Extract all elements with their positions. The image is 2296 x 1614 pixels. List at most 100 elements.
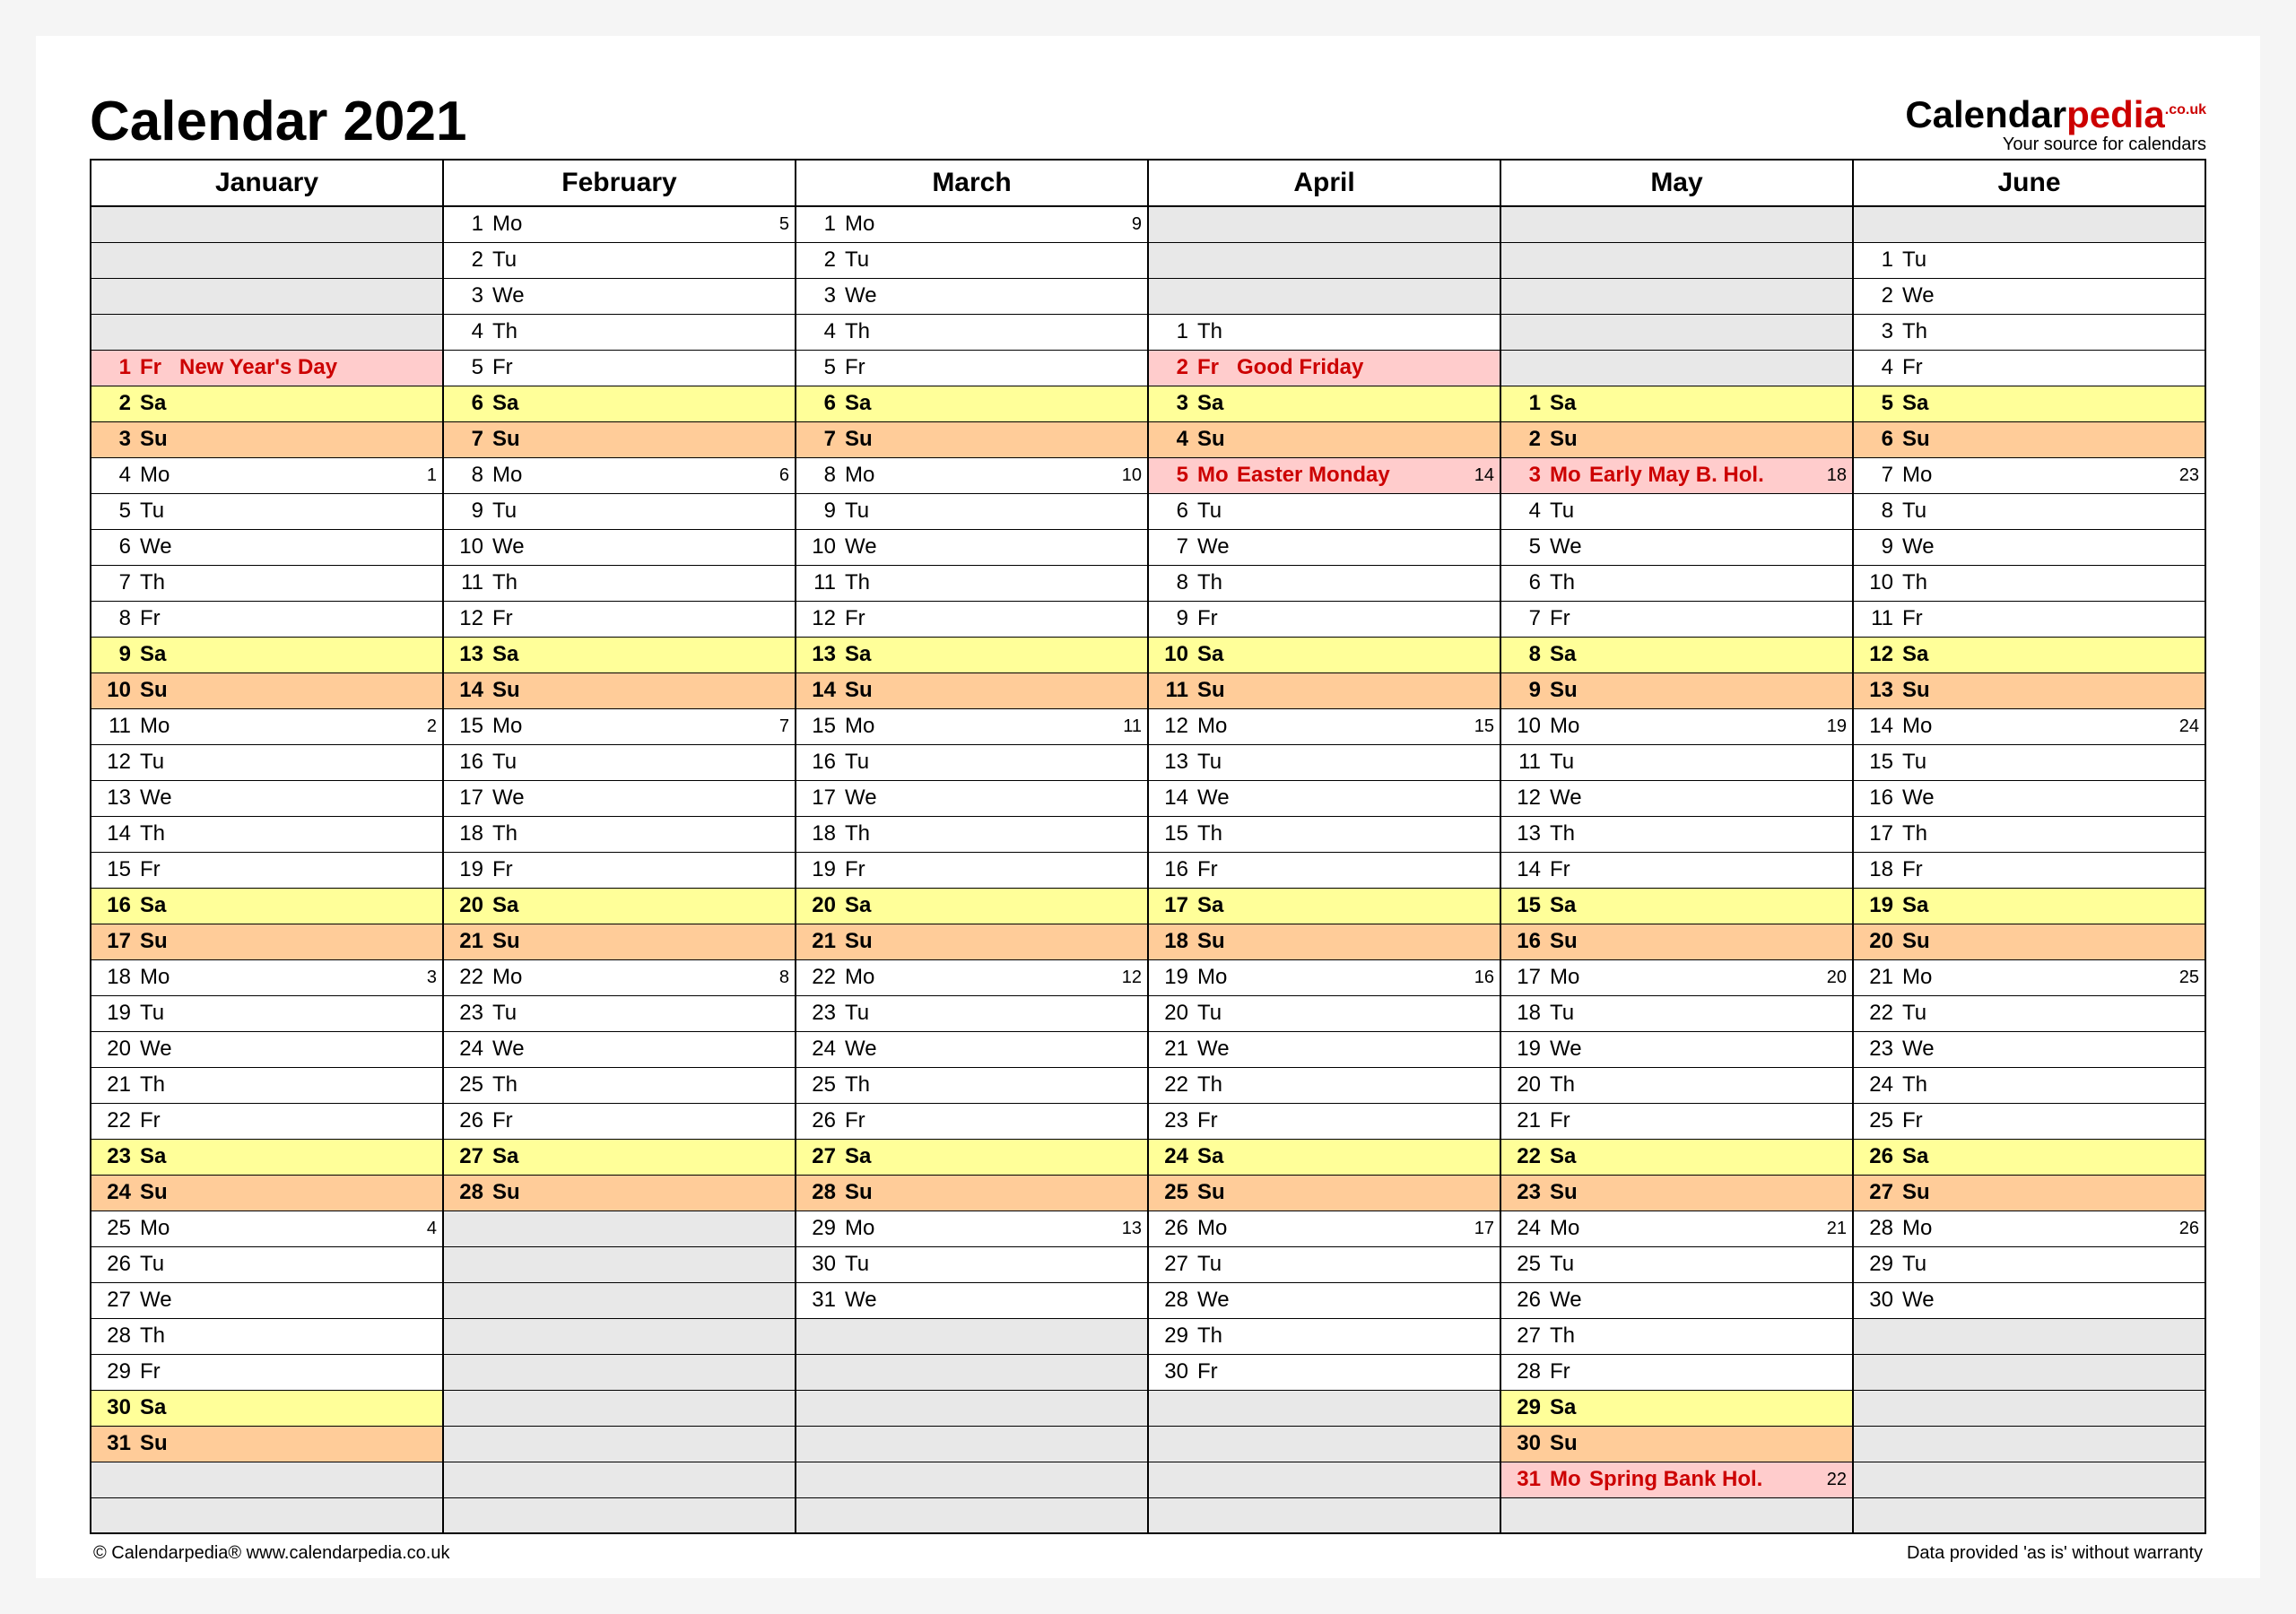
day-cell: 12Mo15 [1148, 708, 1500, 744]
day-cell: 2Sa [91, 386, 443, 421]
week-number: 9 [1132, 214, 1142, 235]
day-cell [1500, 1497, 1853, 1533]
calendar-row: 3We3We2We [91, 278, 2205, 314]
day-of-week: Sa [140, 893, 179, 918]
day-of-week: Su [1197, 1180, 1237, 1205]
day-cell: 26Fr [796, 1103, 1148, 1139]
day-cell: 4Mo1 [91, 457, 443, 493]
day-number: 22 [1861, 1001, 1893, 1026]
day-of-week: Sa [1197, 1144, 1237, 1169]
calendar-row: 20We24We24We21We19We23We [91, 1031, 2205, 1067]
day-of-week: Mo [1197, 714, 1237, 739]
day-cell: 10We [796, 529, 1148, 565]
day-cell: 17Sa [1148, 888, 1500, 924]
day-cell: 12Sa [1853, 637, 2205, 672]
day-cell: 4Fr [1853, 350, 2205, 386]
day-number: 6 [1509, 570, 1541, 595]
day-of-week: Mo [1550, 1467, 1589, 1492]
day-cell: 4Th [443, 314, 796, 350]
day-cell: 9Fr [1148, 601, 1500, 637]
day-number: 6 [99, 534, 131, 560]
day-cell: 12Tu [91, 744, 443, 780]
day-number: 19 [1509, 1037, 1541, 1062]
day-cell [796, 1462, 1148, 1497]
day-of-week: Fr [845, 1108, 884, 1133]
day-cell: 23Tu [796, 995, 1148, 1031]
day-cell: 30We [1853, 1282, 2205, 1318]
day-cell: 19Tu [91, 995, 443, 1031]
day-number: 13 [804, 642, 836, 667]
day-cell: 2Tu [796, 242, 1148, 278]
week-number: 26 [2179, 1219, 2199, 1239]
day-cell: 27Sa [796, 1139, 1148, 1175]
day-cell: 1Tu [1853, 242, 2205, 278]
week-number: 8 [779, 968, 789, 988]
day-of-week: Sa [1197, 391, 1237, 416]
day-cell: 30Sa [91, 1390, 443, 1426]
calendar-row: 25Mo429Mo1326Mo1724Mo2128Mo26 [91, 1210, 2205, 1246]
day-cell: 20Sa [796, 888, 1148, 924]
calendar-row: 24Su28Su28Su25Su23Su27Su [91, 1175, 2205, 1210]
week-number: 1 [427, 465, 437, 486]
calendar-row: 14Th18Th18Th15Th13Th17Th [91, 816, 2205, 852]
day-number: 6 [804, 391, 836, 416]
day-cell [443, 1210, 796, 1246]
day-of-week: Mo [1902, 965, 1942, 990]
day-cell: 20Tu [1148, 995, 1500, 1031]
calendar-row: 15Fr19Fr19Fr16Fr14Fr18Fr [91, 852, 2205, 888]
day-of-week: Mo [845, 463, 884, 488]
day-cell [1148, 1426, 1500, 1462]
day-of-week: Su [492, 1180, 532, 1205]
day-of-week: Su [492, 427, 532, 452]
day-number: 5 [804, 355, 836, 380]
day-cell: 28Th [91, 1318, 443, 1354]
day-of-week: We [140, 1288, 179, 1313]
day-cell: 29Mo13 [796, 1210, 1148, 1246]
day-of-week: Mo [492, 212, 532, 237]
day-cell: 28Mo26 [1853, 1210, 2205, 1246]
day-number: 22 [99, 1108, 131, 1133]
day-cell: 16Su [1500, 924, 1853, 959]
brand-logo: Calendarpedia.co.uk Your source for cale… [1905, 96, 2206, 153]
day-cell: 23Sa [91, 1139, 443, 1175]
day-number: 1 [99, 355, 131, 380]
day-number: 6 [1156, 499, 1188, 524]
day-of-week: Su [140, 1180, 179, 1205]
day-of-week: Mo [140, 1216, 179, 1241]
day-number: 22 [1509, 1144, 1541, 1169]
day-number: 16 [804, 750, 836, 775]
day-of-week: Su [492, 678, 532, 703]
day-of-week: We [845, 1037, 884, 1062]
day-number: 7 [1156, 534, 1188, 560]
day-cell: 11Mo2 [91, 708, 443, 744]
day-cell [91, 206, 443, 242]
day-of-week: We [1197, 785, 1237, 811]
month-header: June [1853, 160, 2205, 206]
day-number: 17 [1156, 893, 1188, 918]
day-of-week: Sa [492, 391, 532, 416]
day-cell: 16Fr [1148, 852, 1500, 888]
day-number: 27 [804, 1144, 836, 1169]
day-number: 3 [1509, 463, 1541, 488]
day-cell: 3Th [1853, 314, 2205, 350]
day-number: 4 [804, 319, 836, 344]
calendar-row: 30Sa29Sa [91, 1390, 2205, 1426]
day-cell: 25Fr [1853, 1103, 2205, 1139]
day-of-week: We [845, 534, 884, 560]
day-of-week: Su [140, 427, 179, 452]
day-cell [91, 314, 443, 350]
day-of-week: We [845, 1288, 884, 1313]
calendar-row: 19Tu23Tu23Tu20Tu18Tu22Tu [91, 995, 2205, 1031]
day-of-week: Sa [140, 1395, 179, 1420]
day-of-week: Sa [845, 391, 884, 416]
day-number: 3 [451, 283, 483, 308]
day-cell: 2Su [1500, 421, 1853, 457]
day-of-week: Tu [1197, 1252, 1237, 1277]
day-number: 30 [1156, 1359, 1188, 1384]
day-of-week: Fr [1550, 857, 1589, 882]
day-cell [1148, 1390, 1500, 1426]
day-cell [796, 1426, 1148, 1462]
day-cell: 2We [1853, 278, 2205, 314]
day-cell: 18Th [796, 816, 1148, 852]
day-number: 12 [1156, 714, 1188, 739]
